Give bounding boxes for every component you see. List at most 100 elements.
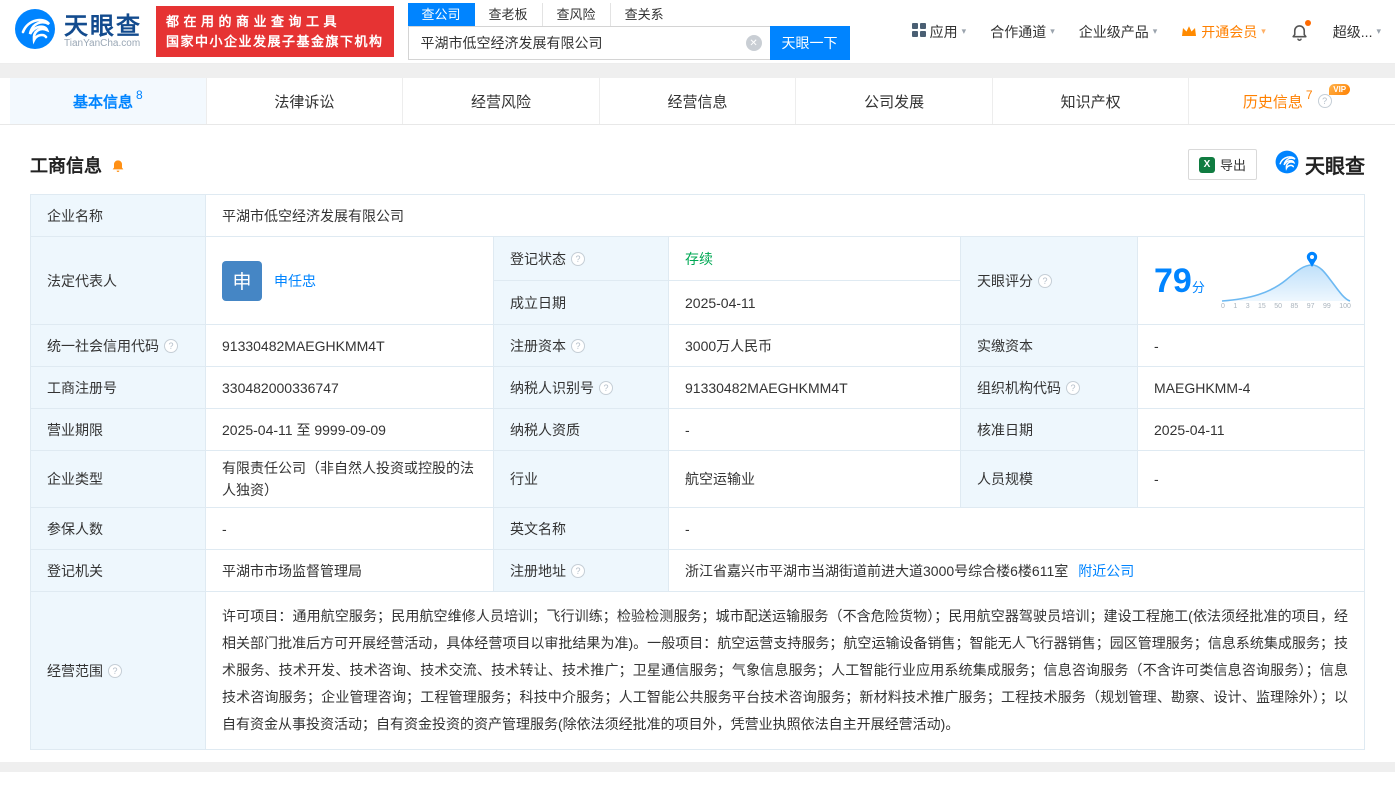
nav-vip-label: 开通会员	[1201, 23, 1258, 40]
business-scope-value: 许可项目：通用航空服务；民用航空维修人员培训；飞行训练；检验检测服务；城市配送运…	[206, 592, 1365, 750]
tianyan-score-cell: 79分 0 1 3 15 50 85 97 99 100	[1138, 237, 1365, 325]
nav-cooperation[interactable]: 合作通道 ▾	[990, 22, 1055, 42]
registration-status-value: 存续	[669, 237, 961, 281]
legal-rep-avatar[interactable]: 申	[222, 260, 262, 301]
nav-account-label: 超级...	[1332, 23, 1373, 40]
clear-search-icon[interactable]: ✕	[745, 35, 762, 51]
score-value: 79	[1154, 261, 1192, 300]
tab-operating-risk[interactable]: 经营风险	[403, 78, 600, 124]
nav-enterprise[interactable]: 企业级产品 ▾	[1079, 22, 1158, 42]
tab-basic-info[interactable]: 基本信息 8	[10, 78, 207, 124]
tab-history[interactable]: 历史信息 7 ? VIP	[1189, 78, 1385, 124]
field-label: 纳税人资质	[494, 409, 669, 451]
brand-watermark-label: 天眼查	[1305, 156, 1365, 178]
chevron-down-icon: ▾	[1152, 26, 1158, 36]
search-tab-risk[interactable]: 查风险	[543, 3, 611, 26]
score-unit: 分	[1191, 279, 1205, 295]
chevron-down-icon: ▾	[961, 26, 967, 36]
field-label-with-help: 组织机构代码 ?	[961, 367, 1138, 409]
tab-operating-info[interactable]: 经营信息	[600, 78, 797, 124]
search-input[interactable]	[407, 26, 770, 60]
crown-icon	[1181, 24, 1197, 40]
taxpayer-id-value: 91330482MAEGHKMM4T	[669, 367, 961, 409]
subscribe-bell-icon[interactable]	[110, 157, 126, 173]
help-icon[interactable]: ?	[1038, 273, 1052, 288]
nav-cooperation-label: 合作通道	[990, 23, 1047, 40]
field-label: 企业类型	[31, 451, 206, 508]
promo-banner: 都在用的商业查询工具 国家中小企业发展子基金旗下机构	[156, 6, 394, 57]
nav-apps[interactable]: 应用 ▾	[911, 22, 967, 42]
search-tabs: 查公司 查老板 查风险 查关系	[407, 3, 850, 26]
tab-legal[interactable]: 法律诉讼	[207, 78, 404, 124]
field-label-with-help: 统一社会信用代码 ?	[31, 325, 206, 367]
help-icon[interactable]: ?	[164, 338, 178, 353]
registered-address-value: 浙江省嘉兴市平湖市当湖街道前进大道3000号综合楼6楼611室	[685, 562, 1069, 579]
paid-capital-value: -	[1138, 325, 1365, 367]
score-distribution-chart: 0 1 3 15 50 85 97 99 100	[1220, 251, 1352, 310]
industry-value: 航空运输业	[669, 451, 961, 508]
approval-date-value: 2025-04-11	[1138, 409, 1365, 451]
field-label-with-help: 经营范围 ?	[31, 592, 206, 750]
score-axis-labels: 0 1 3 15 50 85 97 99 100	[1221, 303, 1351, 310]
nav-account[interactable]: 超级... ▾	[1333, 22, 1381, 42]
field-label-with-help: 纳税人识别号 ?	[494, 367, 669, 409]
excel-icon: X	[1198, 156, 1215, 173]
nearby-companies-link[interactable]: 附近公司	[1078, 561, 1134, 581]
help-icon[interactable]: ?	[571, 338, 585, 353]
registered-address-cell: 浙江省嘉兴市平湖市当湖街道前进大道3000号综合楼6楼611室 附近公司	[669, 550, 1365, 592]
tianyancha-logo[interactable]: 天眼查 TianYanCha.com	[14, 8, 142, 55]
tab-operating-risk-label: 经营风险	[470, 93, 531, 111]
tab-intellectual-property[interactable]: 知识产权	[993, 78, 1190, 124]
field-label: 企业名称	[31, 195, 206, 237]
tab-intellectual-property-label: 知识产权	[1060, 93, 1121, 111]
org-code-value: MAEGHKMM-4	[1138, 367, 1365, 409]
search-button[interactable]: 天眼一下	[769, 26, 850, 60]
legal-rep-link[interactable]: 申任忠	[274, 271, 316, 291]
export-label: 导出	[1219, 158, 1246, 173]
brand-watermark: 天眼查	[1275, 150, 1365, 179]
nav-enterprise-label: 企业级产品	[1078, 23, 1149, 40]
field-label: 登记机关	[31, 550, 206, 592]
staff-size-value: -	[1138, 451, 1365, 508]
field-label: 核准日期	[961, 409, 1138, 451]
help-icon[interactable]: ?	[599, 380, 613, 395]
help-icon[interactable]: ?	[1317, 94, 1332, 108]
notification-bell-icon[interactable]	[1290, 20, 1311, 41]
promo-line2: 国家中小企业发展子基金旗下机构	[166, 33, 384, 49]
help-icon[interactable]: ?	[571, 563, 585, 578]
field-label: 人员规模	[961, 451, 1138, 508]
field-label-with-help: 登记状态 ?	[494, 237, 669, 281]
field-label: 行业	[494, 451, 669, 508]
established-date-value: 2025-04-11	[669, 281, 961, 325]
vip-badge: VIP	[1329, 84, 1351, 95]
company-tabbar: 基本信息 8 法律诉讼 经营风险 经营信息 公司发展 知识产权 历史信息 7 ?…	[0, 78, 1395, 125]
field-label: 参保人数	[31, 508, 206, 550]
business-term-value: 2025-04-11 至 9999-09-09	[206, 409, 494, 451]
help-icon[interactable]: ?	[571, 251, 585, 266]
help-icon[interactable]: ?	[1066, 380, 1080, 395]
company-name-value: 平湖市低空经济发展有限公司	[206, 195, 1365, 237]
field-label: 英文名称	[494, 508, 669, 550]
tianyancha-logo-icon	[14, 8, 56, 55]
search-tab-relation[interactable]: 查关系	[611, 3, 678, 26]
field-label: 登记状态	[510, 250, 566, 267]
credit-code-value: 91330482MAEGHKMM4T	[206, 325, 494, 367]
field-label: 成立日期	[494, 281, 669, 325]
help-icon[interactable]: ?	[108, 663, 122, 678]
tab-company-development[interactable]: 公司发展	[796, 78, 993, 124]
apps-grid-icon	[911, 23, 926, 40]
insured-count-value: -	[206, 508, 494, 550]
registration-number-value: 330482000336747	[206, 367, 494, 409]
field-label: 实缴资本	[961, 325, 1138, 367]
section-title: 工商信息	[30, 155, 102, 176]
nav-vip[interactable]: 开通会员 ▾	[1181, 22, 1266, 42]
field-label: 天眼评分	[977, 272, 1033, 289]
search-tab-company[interactable]: 查公司	[407, 3, 475, 26]
page-background-strip	[0, 64, 1395, 78]
logo-domain: TianYanCha.com	[64, 37, 141, 49]
section-header: 工商信息 X 导出 天眼查	[30, 149, 1365, 180]
top-nav: 应用 ▾ 合作通道 ▾ 企业级产品 ▾ 开通会员 ▾ 超级... ▾	[911, 20, 1381, 42]
search-tab-boss[interactable]: 查老板	[475, 3, 543, 26]
export-button[interactable]: X 导出	[1187, 149, 1257, 180]
chevron-down-icon: ▾	[1376, 26, 1381, 36]
